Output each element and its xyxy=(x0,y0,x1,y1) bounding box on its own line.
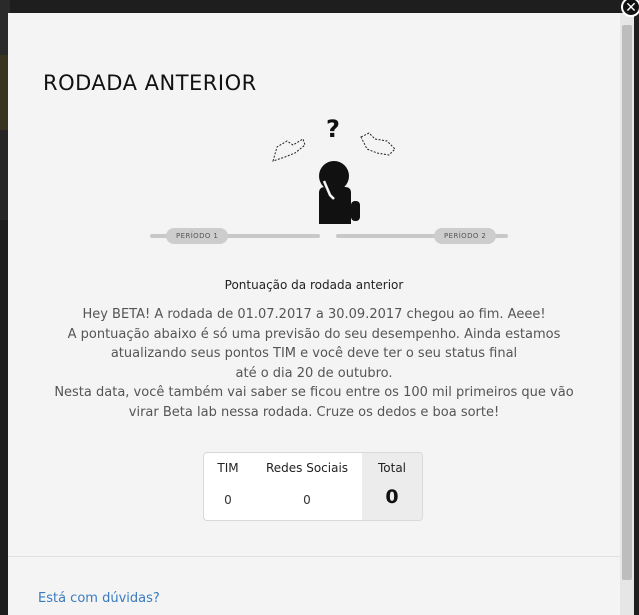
score-label-tim: TIM xyxy=(217,461,239,475)
message-line: Nesta data, você também vai saber se fic… xyxy=(54,385,574,400)
score-value-social: 0 xyxy=(303,493,311,507)
period-2-label: PERÍODO 2 xyxy=(434,228,497,244)
modal-title: RODADA ANTERIOR xyxy=(43,71,257,95)
message-line: virar Beta lab nessa rodada. Cruze os de… xyxy=(128,404,500,420)
score-table: TIM 0 Redes Sociais 0 Total 0 xyxy=(203,452,423,521)
section-subtitle: Pontuação da rodada anterior xyxy=(224,278,404,292)
message-line: atualizando seus pontos TIM e você deve … xyxy=(110,346,518,361)
modal-scrollbar[interactable] xyxy=(620,13,634,615)
round-message: Hey BETA! A rodada de 01.07.2017 a 30.09… xyxy=(28,305,600,422)
footer-divider xyxy=(8,556,620,557)
score-value-tim: 0 xyxy=(224,493,232,507)
close-button[interactable]: ✕ xyxy=(621,0,639,17)
score-column-tim: TIM 0 xyxy=(204,453,252,520)
score-value-total: 0 xyxy=(385,486,399,508)
score-column-total: Total 0 xyxy=(362,453,422,520)
scrollbar-thumb[interactable] xyxy=(622,25,632,580)
period-1-label: PERÍODO 1 xyxy=(166,228,229,244)
previous-round-modal: RODADA ANTERIOR ? PERÍODO 1 PERÍODO 2 Po… xyxy=(8,13,620,615)
thinking-person-illustration: ? xyxy=(272,115,396,224)
message-line: Hey BETA! A rodada de 01.07.2017 a 30.09… xyxy=(82,307,546,322)
period-progress: PERÍODO 1 PERÍODO 2 xyxy=(150,227,510,247)
score-label-total: Total xyxy=(377,461,407,475)
person-thinking-icon xyxy=(319,161,360,224)
question-icon: ? xyxy=(326,115,340,143)
message-line: A pontuação abaixo é só uma previsão do … xyxy=(67,326,561,342)
score-label-social: Redes Sociais xyxy=(265,461,349,475)
message-line: até o dia 20 de outubro. xyxy=(235,365,393,381)
help-link[interactable]: Está com dúvidas? xyxy=(38,591,160,606)
score-column-social: Redes Sociais 0 xyxy=(252,453,362,520)
